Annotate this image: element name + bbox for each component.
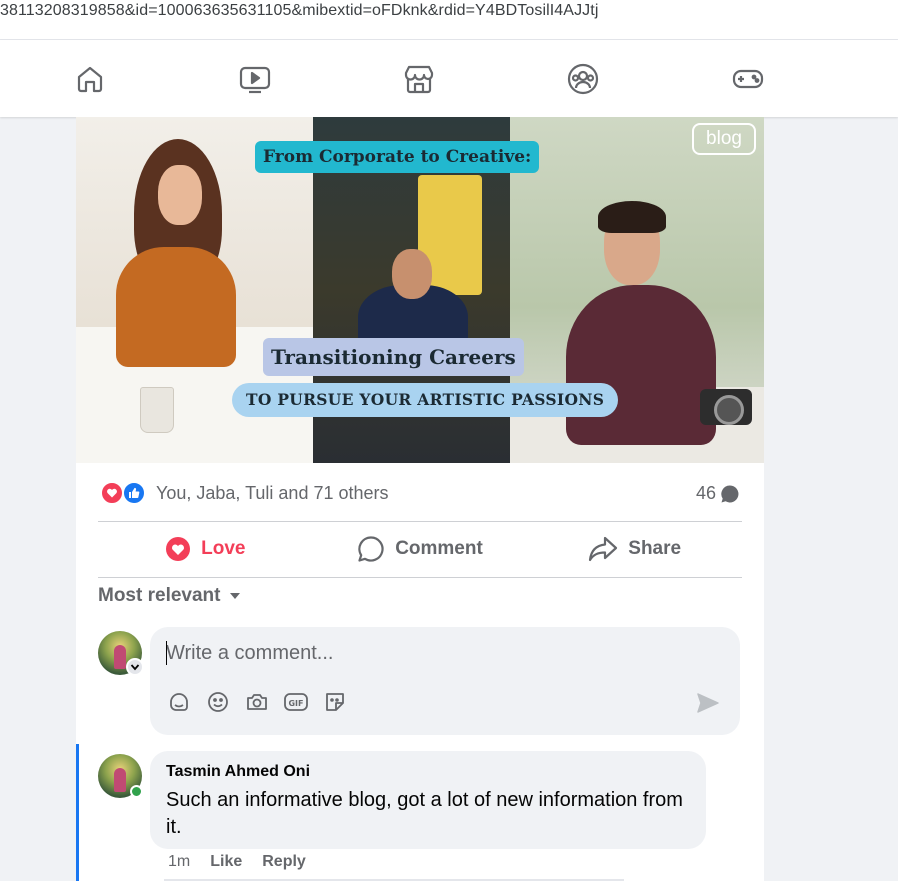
comment-bubble: Tasmin Ahmed Oni Such an informative blo…: [150, 751, 706, 849]
share-button[interactable]: Share: [527, 522, 742, 576]
marketplace-icon[interactable]: [402, 62, 436, 96]
gif-icon[interactable]: GIF: [283, 689, 309, 715]
camera-illustration: [700, 389, 752, 425]
comment-bubble-icon: [721, 484, 739, 502]
woman-figure: [116, 247, 236, 367]
avatar-figure: [114, 768, 126, 792]
comment-text: Such an informative blog, got a lot of n…: [166, 789, 683, 838]
comment-icon: [358, 536, 384, 562]
woman-face: [158, 165, 202, 225]
love-icon: [166, 537, 191, 561]
caret-down-icon: [230, 593, 241, 599]
text-cursor: [166, 641, 167, 665]
avatar-sticker-icon[interactable]: [166, 689, 192, 715]
like-reaction-icon: [122, 481, 146, 505]
comment-time[interactable]: 1m: [168, 853, 190, 871]
reactions-summary[interactable]: You, Jaba, Tuli and 71 others 46: [100, 481, 740, 505]
post-card: From Corporate to Creative: Transitionin…: [76, 117, 764, 881]
man-figure: [566, 285, 716, 445]
svg-text:GIF: GIF: [288, 699, 303, 708]
share-icon: [589, 536, 618, 562]
post-actions: Love Comment Share: [98, 522, 742, 576]
groups-icon[interactable]: [566, 62, 600, 96]
comment-button[interactable]: Comment: [313, 522, 528, 576]
comment-composer: GIF: [150, 627, 740, 735]
post-image[interactable]: From Corporate to Creative: Transitionin…: [76, 117, 764, 463]
blog-logo: blog: [692, 123, 756, 155]
man-hair: [598, 201, 666, 233]
comment-count[interactable]: 46: [696, 483, 740, 504]
chevron-down-icon: [130, 664, 140, 671]
sort-label: Most relevant: [98, 585, 221, 606]
comment-count-value: 46: [695, 483, 716, 503]
divider: [98, 577, 742, 578]
comment-author[interactable]: Tasmin Ahmed Oni: [166, 763, 310, 781]
share-label: Share: [628, 538, 682, 559]
sticker-icon[interactable]: [322, 689, 348, 715]
home-icon[interactable]: [73, 62, 107, 96]
video-icon[interactable]: [238, 62, 272, 96]
emoji-icon[interactable]: [205, 689, 231, 715]
comment-meta: 1m Like Reply: [168, 853, 306, 871]
address-bar[interactable]: 38113208319858&id=100063635631105&mibext…: [0, 0, 898, 40]
comment-label: Comment: [395, 538, 483, 559]
banner-bottom: TO PURSUE YOUR ARTISTIC PASSIONS: [232, 383, 619, 417]
online-status-dot: [130, 785, 143, 798]
bearded-man-face: [392, 249, 432, 299]
comment-sort-dropdown[interactable]: Most relevant: [98, 585, 242, 607]
send-icon[interactable]: [694, 689, 722, 717]
avatar-figure: [114, 645, 126, 669]
profile-switch-button[interactable]: [126, 658, 144, 676]
gaming-icon[interactable]: [731, 62, 765, 96]
love-reaction-icon: [100, 481, 124, 505]
love-label: Love: [201, 538, 246, 559]
top-navigation: [0, 40, 898, 117]
url-text[interactable]: 38113208319858&id=100063635631105&mibext…: [0, 2, 598, 20]
comment-input[interactable]: [166, 637, 706, 669]
love-button[interactable]: Love: [98, 522, 313, 576]
comment-like-button[interactable]: Like: [210, 853, 242, 871]
camera-icon[interactable]: [244, 689, 270, 715]
banner-middle: Transitioning Careers: [263, 338, 524, 376]
reaction-names[interactable]: You, Jaba, Tuli and 71 others: [156, 483, 389, 504]
comment-reply-button[interactable]: Reply: [262, 853, 306, 871]
comment-highlight-bar: [76, 744, 79, 881]
pencil-cup: [140, 387, 174, 433]
reaction-icons: [100, 481, 150, 505]
banner-top: From Corporate to Creative:: [255, 141, 540, 173]
